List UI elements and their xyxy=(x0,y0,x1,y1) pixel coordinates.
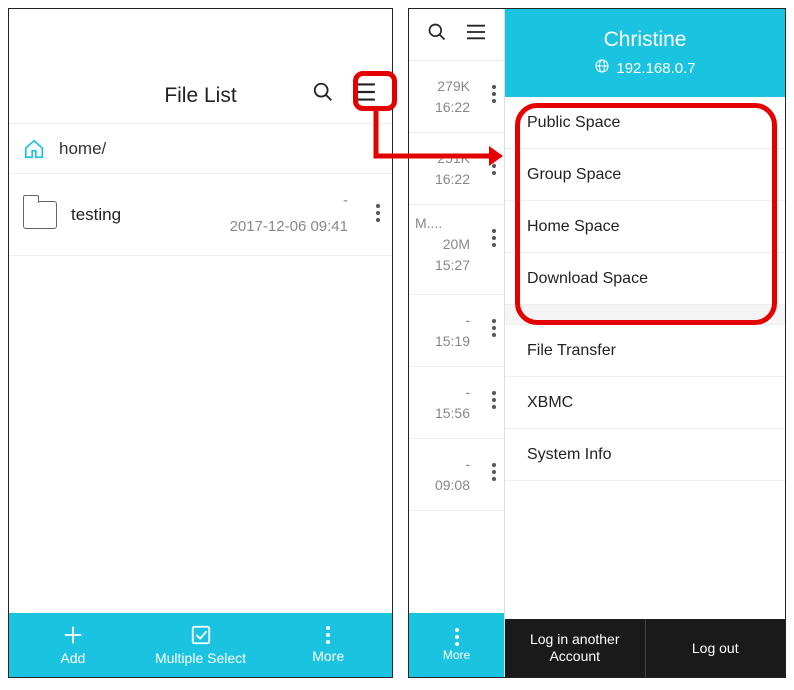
drawer-username: Christine xyxy=(604,28,687,52)
menu-xbmc[interactable]: XBMC xyxy=(505,377,785,429)
menu-label: Public Space xyxy=(527,114,620,132)
drawer-ip: 192.168.0.7 xyxy=(616,60,695,77)
breadcrumb[interactable]: home/ xyxy=(9,124,392,174)
menu-label: File Transfer xyxy=(527,342,616,360)
strip-time: 16:22 xyxy=(435,99,470,115)
strip-size: - xyxy=(465,312,470,328)
item-more-icon[interactable] xyxy=(492,85,496,103)
folder-icon xyxy=(23,201,57,229)
strip-size: 251K xyxy=(437,150,470,166)
item-more-icon[interactable] xyxy=(492,319,496,337)
logout-button[interactable]: Log out xyxy=(646,619,786,677)
strip-bottom-more[interactable]: More xyxy=(409,613,504,677)
strip-row: M.... 20M 15:27 xyxy=(409,205,504,295)
menu-download-space[interactable]: Download Space xyxy=(505,253,785,305)
strip-size: 20M xyxy=(443,236,470,252)
menu-label: System Info xyxy=(527,446,611,464)
strip-time: 15:56 xyxy=(435,405,470,421)
drawer-footer: Log in another Account Log out xyxy=(505,619,785,677)
phone-file-list: File List home/ testing - 2017-12-06 09:… xyxy=(8,8,393,678)
home-icon xyxy=(23,138,45,160)
menu-home-space[interactable]: Home Space xyxy=(505,201,785,253)
menu-public-space[interactable]: Public Space xyxy=(505,97,785,149)
search-icon[interactable] xyxy=(427,22,447,47)
more-label: More xyxy=(312,648,344,664)
strip-size: 279K xyxy=(437,78,470,94)
multiple-select-button[interactable]: Multiple Select xyxy=(137,613,265,677)
hamburger-menu-icon[interactable] xyxy=(351,81,377,103)
menu-label: XBMC xyxy=(527,394,573,412)
strip-row: 279K 16:22 xyxy=(409,61,504,133)
add-button[interactable]: Add xyxy=(9,613,137,677)
menu-file-transfer[interactable]: File Transfer xyxy=(505,325,785,377)
strip-time: 09:08 xyxy=(435,477,470,493)
globe-icon xyxy=(594,58,610,78)
item-more-icon[interactable] xyxy=(492,463,496,481)
strip-row: - 09:08 xyxy=(409,439,504,511)
strip-size: - xyxy=(465,456,470,472)
item-more-icon[interactable] xyxy=(492,157,496,175)
multiple-select-label: Multiple Select xyxy=(155,650,246,666)
strip-size: - xyxy=(465,384,470,400)
item-more-icon[interactable] xyxy=(492,229,496,247)
strip-time: 15:19 xyxy=(435,333,470,349)
menu-system-info[interactable]: System Info xyxy=(505,429,785,481)
breadcrumb-path: home/ xyxy=(59,139,106,159)
menu-group-space[interactable]: Group Space xyxy=(505,149,785,201)
strip-row: 251K 16:22 xyxy=(409,133,504,205)
drawer-header: Christine 192.168.0.7 xyxy=(505,9,785,97)
hamburger-menu-icon[interactable] xyxy=(465,23,487,46)
side-drawer: Christine 192.168.0.7 Public Space Group… xyxy=(504,9,785,677)
strip-row: - 15:56 xyxy=(409,367,504,439)
item-more-icon[interactable] xyxy=(492,391,496,409)
item-more-icon[interactable] xyxy=(376,204,380,222)
menu-label: Group Space xyxy=(527,166,621,184)
more-button[interactable]: More xyxy=(264,613,392,677)
add-label: Add xyxy=(60,650,85,666)
drawer-ip-row: 192.168.0.7 xyxy=(594,58,695,78)
menu-label: Home Space xyxy=(527,218,620,236)
file-item[interactable]: testing - 2017-12-06 09:41 xyxy=(9,174,392,256)
background-file-list: 279K 16:22 251K 16:22 M.... 20M 15:27 - … xyxy=(409,9,504,677)
drawer-separator xyxy=(505,305,785,325)
phone-drawer-open: 279K 16:22 251K 16:22 M.... 20M 15:27 - … xyxy=(408,8,786,678)
file-size: - xyxy=(343,192,348,209)
switch-account-button[interactable]: Log in another Account xyxy=(505,619,646,677)
strip-more-label: More xyxy=(443,648,470,662)
logout-label: Log out xyxy=(692,640,739,657)
strip-time: 15:27 xyxy=(435,257,470,273)
header: File List xyxy=(9,9,392,124)
strip-row: - 15:19 xyxy=(409,295,504,367)
menu-label: Download Space xyxy=(527,270,648,288)
strip-time: 16:22 xyxy=(435,171,470,187)
strip-name: M.... xyxy=(415,215,442,231)
switch-account-label: Log in another Account xyxy=(520,631,630,665)
file-date: 2017-12-06 09:41 xyxy=(230,218,348,235)
strip-header xyxy=(409,9,504,61)
page-title: File List xyxy=(9,84,392,108)
bottom-toolbar: Add Multiple Select More xyxy=(9,613,392,677)
search-icon[interactable] xyxy=(312,81,334,103)
